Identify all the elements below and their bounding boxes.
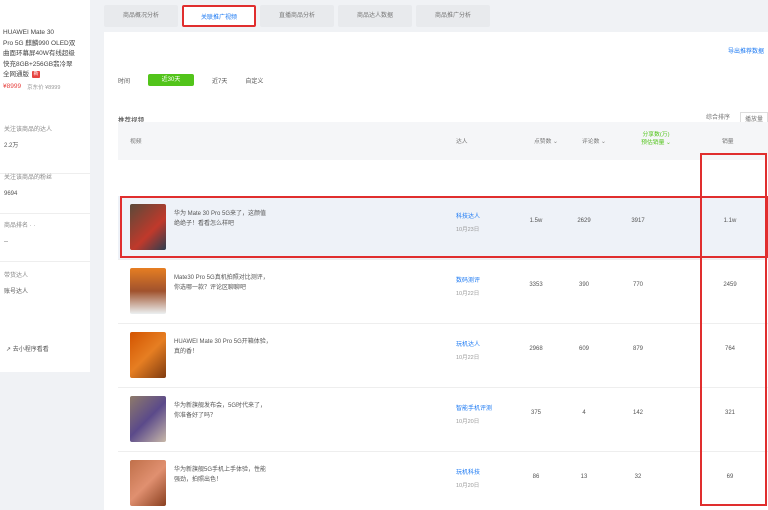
shares-value: 3917	[631, 218, 645, 224]
post-date: 10月20日	[456, 419, 480, 425]
sales-value: 1.1w	[723, 218, 737, 224]
plays-value: 375	[530, 410, 541, 416]
author-link[interactable]: 玩机达人	[456, 339, 480, 348]
video-thumbnail[interactable]	[130, 460, 166, 506]
product-price: ¥8999	[3, 83, 22, 90]
new-badge: 新	[32, 70, 40, 78]
comments-value: 390	[578, 282, 589, 288]
video-description[interactable]: 华为新旗舰发布会，5G时代来了， 你准备好了吗？	[174, 401, 314, 421]
comments-value: 2629	[577, 218, 591, 224]
stat-fans-talents: 关注该商品的达人 2.2万	[0, 126, 90, 174]
tab-talent-data[interactable]: 商品达人数据	[338, 5, 412, 27]
filter-30-days[interactable]: 近30天	[148, 74, 195, 86]
sales-value: 321	[724, 410, 735, 416]
shares-value: 142	[632, 410, 643, 416]
table-row[interactable]: HUAWEI Mate 30 Pro 5G开箱体验， 真的香！ 玩机达人 10月2…	[118, 324, 768, 388]
comments-value: 13	[580, 474, 588, 480]
comments-value: 4	[582, 410, 586, 416]
video-description[interactable]: Mate30 Pro 5G真机拍照对比测评， 你选哪一款？评论区聊聊吧	[174, 273, 314, 293]
col-comments[interactable]: 评论数 ⌄	[582, 136, 606, 145]
tab-promotion-analysis[interactable]: 商品推广分析	[416, 5, 490, 27]
product-panel: HUAWEI Mate 30 Pro 5G 麒麟990 OLED双 曲面环幕屏4…	[0, 0, 90, 372]
author-link[interactable]: 智能手机评测	[456, 403, 492, 412]
sales-value: 2459	[723, 282, 737, 288]
shares-value: 32	[634, 474, 642, 480]
shares-value: 879	[632, 346, 643, 352]
stat-talents: 带货达人 账号达人	[4, 273, 29, 295]
video-description[interactable]: 华为新旗舰5G手机上手体验，性能 强劲，拍照出色！	[174, 465, 314, 485]
col-shares[interactable]: 分享数(万) 预估销量 ⌄	[628, 131, 684, 147]
col-sales: 销量	[722, 139, 734, 145]
plays-value: 3353	[529, 282, 543, 288]
tab-product-overview[interactable]: 商品概况分析	[104, 5, 178, 27]
video-thumbnail[interactable]	[130, 268, 166, 314]
table-row[interactable]: 华为 Mate 30 Pro 5G来了，这颜值 绝绝子！看看怎么样吧 科技达人 1…	[118, 196, 768, 260]
comments-value: 609	[578, 346, 589, 352]
video-description[interactable]: HUAWEI Mate 30 Pro 5G开箱体验， 真的香！	[174, 337, 314, 357]
table-row[interactable]: 华为新旗舰5G手机上手体验，性能 强劲，拍照出色！ 玩机科技 10月20日 86 …	[118, 452, 768, 510]
table-row[interactable]: Mate30 Pro 5G真机拍照对比测评， 你选哪一款？评论区聊聊吧 数码测评 …	[118, 260, 768, 324]
filter-7-days[interactable]: 近7天	[212, 76, 227, 85]
shares-value: 770	[632, 282, 643, 288]
author-link[interactable]: 科技达人	[456, 211, 480, 220]
col-video: 视频	[130, 139, 142, 145]
video-thumbnail[interactable]	[130, 396, 166, 442]
plays-value: 1.5w	[529, 218, 543, 224]
tab-live-analysis[interactable]: 直播商品分析	[260, 5, 334, 27]
sales-value: 69	[726, 474, 734, 480]
author-link[interactable]: 数码测评	[456, 275, 480, 284]
post-date: 10月20日	[456, 483, 480, 489]
post-date: 10月22日	[456, 291, 480, 297]
tab-related-videos[interactable]: 关联推广视频	[182, 5, 256, 27]
filter-label: 时间	[118, 78, 131, 85]
video-thumbnail[interactable]	[130, 332, 166, 378]
tab-bar: 商品概况分析 关联推广视频 直播商品分析 商品达人数据 商品推广分析	[104, 0, 768, 32]
product-price-sub: 京东价 ¥8999	[27, 84, 61, 91]
table-header: 视频 达人 点赞数 ⌄ 评论数 ⌄ 分享数(万) 预估销量 ⌄ 销量	[118, 122, 768, 160]
open-miniprogram-link[interactable]: ↗ 去小程序看看	[6, 344, 49, 353]
time-filter: 时间 近30天 近7天 自定义	[118, 74, 263, 86]
filter-custom[interactable]: 自定义	[245, 76, 263, 85]
video-thumbnail[interactable]	[130, 204, 166, 250]
plays-value: 86	[532, 474, 540, 480]
stat-fans: 关注该商品的粉丝 9694	[0, 174, 90, 214]
export-link[interactable]: 导出推荐数据	[728, 46, 764, 55]
plays-value: 2968	[529, 346, 543, 352]
video-description[interactable]: 华为 Mate 30 Pro 5G来了，这颜值 绝绝子！看看怎么样吧	[174, 209, 314, 229]
post-date: 10月22日	[456, 355, 480, 361]
product-title: HUAWEI Mate 30 Pro 5G 麒麟990 OLED双 曲面环幕屏4…	[3, 29, 76, 78]
post-date: 10月23日	[456, 227, 480, 233]
table-row[interactable]: 华为新旗舰发布会，5G时代来了， 你准备好了吗？ 智能手机评测 10月20日 37…	[118, 388, 768, 452]
col-plays[interactable]: 点赞数 ⌄	[534, 136, 558, 145]
sales-value: 764	[724, 346, 735, 352]
stat-rank: 商品排名 · · --	[0, 222, 90, 262]
col-author: 达人	[456, 139, 468, 145]
author-link[interactable]: 玩机科技	[456, 467, 480, 476]
